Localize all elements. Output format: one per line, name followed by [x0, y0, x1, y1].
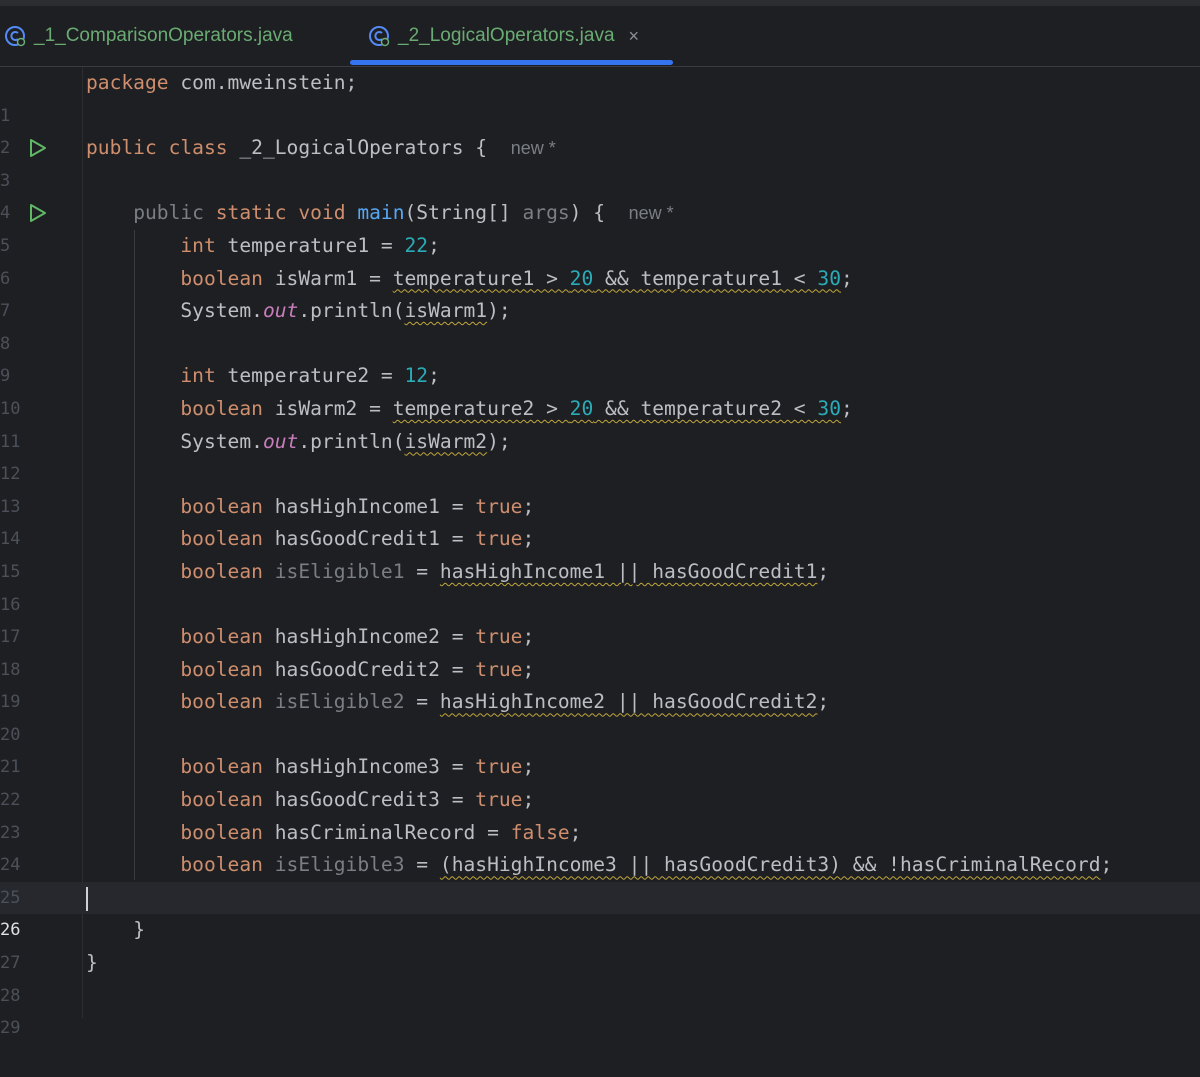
code-line: 4 — [0, 165, 1200, 223]
tab-logical-operators[interactable]: _2_LogicalOperators.java × — [368, 6, 639, 66]
code-line: 18 boolean hasHighIncome2 = true; — [0, 621, 1200, 680]
code-line: 10 int temperature2 = 12; — [0, 360, 1200, 419]
code-line: 28 } — [0, 947, 1200, 1006]
code-line: 24 boolean hasCriminalRecord = false; — [0, 817, 1200, 876]
code-line: 17 — [0, 589, 1200, 647]
inlay-hint: new * — [628, 203, 674, 224]
code-line: 13 — [0, 458, 1200, 517]
tab-label: _2_LogicalOperators.java — [398, 25, 615, 46]
code-line: 16 boolean isEligible1 = hasHighIncome1 … — [0, 556, 1200, 615]
code-line: 2 — [0, 100, 1200, 158]
code-line: 11 boolean isWarm2 = temperature2 > 20 &… — [0, 393, 1200, 452]
tab-label: _1_ComparisonOperators.java — [34, 25, 293, 46]
code-line: 20 boolean isEligible2 = hasHighIncome2 … — [0, 686, 1200, 745]
code-line: 5 public static void main(String[] args)… — [0, 197, 1200, 256]
editor-tab-bar: _1_ComparisonOperators.java _2_LogicalOp… — [0, 6, 1200, 67]
java-class-icon — [369, 26, 390, 47]
code-line: 25 boolean isEligible3 = (hasHighIncome3… — [0, 849, 1200, 908]
code-line: 14 boolean hasHighIncome1 = true; — [0, 491, 1200, 550]
code-editor[interactable]: 1 package com.mweinstein; 2 3 public cla… — [0, 67, 1200, 1038]
code-line: 29 — [0, 980, 1200, 1038]
code-line: 1 package com.mweinstein; — [0, 67, 1200, 126]
code-line: 3 public class _2_LogicalOperators { new… — [0, 132, 1200, 191]
code-line: 6 int temperature1 = 22; — [0, 230, 1200, 289]
code-line: 15 boolean hasGoodCredit1 = true; — [0, 523, 1200, 582]
run-triangle-icon[interactable] — [28, 203, 48, 223]
text-cursor — [86, 886, 88, 911]
code-line: 23 boolean hasGoodCredit3 = true; — [0, 784, 1200, 843]
java-class-icon — [5, 26, 26, 47]
line-number: 29 — [0, 1018, 21, 1039]
active-tab-indicator — [350, 60, 673, 65]
code-line: 12 System.out.println(isWarm2); — [0, 426, 1200, 485]
close-icon[interactable]: × — [629, 26, 640, 47]
code-line: 22 boolean hasHighIncome3 = true; — [0, 751, 1200, 810]
code-line: 27 } — [0, 914, 1200, 973]
code-line: 19 boolean hasGoodCredit2 = true; — [0, 654, 1200, 713]
code-line: 8 System.out.println(isWarm1); — [0, 295, 1200, 354]
run-triangle-icon[interactable] — [28, 138, 48, 158]
tab-comparison-operators[interactable]: _1_ComparisonOperators.java — [4, 6, 293, 66]
code-line: 9 — [0, 328, 1200, 386]
code-line: 21 — [0, 719, 1200, 777]
code-line-current[interactable]: 26 — [0, 882, 1200, 940]
code-line: 7 boolean isWarm1 = temperature1 > 20 &&… — [0, 263, 1200, 322]
inlay-hint: new * — [510, 138, 556, 159]
